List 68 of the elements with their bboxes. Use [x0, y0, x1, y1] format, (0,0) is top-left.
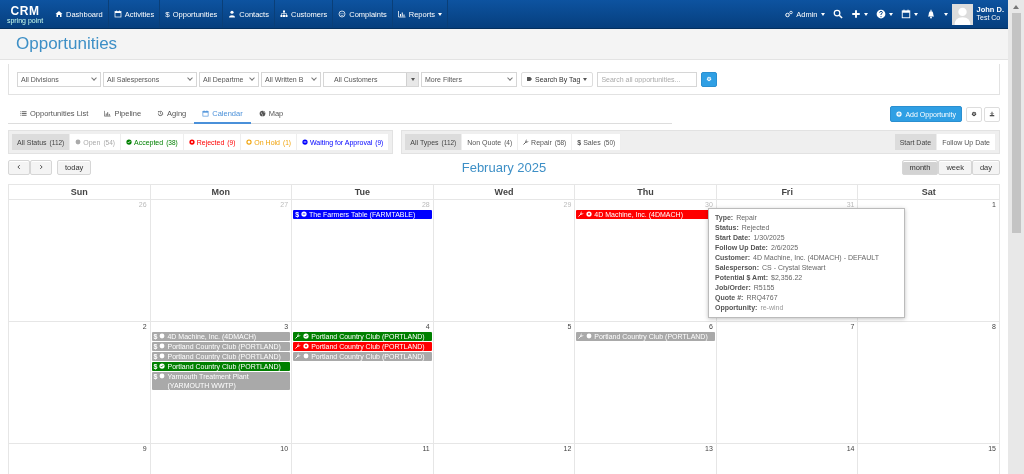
calendar-icon: [202, 109, 210, 117]
list-icon: [20, 109, 27, 117]
dot-icon: [303, 353, 310, 359]
person-icon: [228, 10, 237, 18]
caret-icon: [410, 77, 415, 81]
weekday-header: Sat: [858, 185, 1000, 200]
filter-settings-button[interactable]: [701, 71, 718, 87]
caret-icon: [583, 77, 588, 81]
wrench-icon: [295, 353, 302, 359]
home-icon: [55, 10, 63, 18]
caret-icon: [820, 12, 825, 16]
bell-icon: [925, 9, 936, 19]
dot-icon: [159, 333, 166, 339]
dot-icon: [75, 139, 82, 145]
hierarchy-icon: [279, 10, 288, 18]
search-icon: [832, 9, 843, 19]
dot-icon: [159, 373, 166, 379]
wrench-icon: [578, 211, 585, 217]
gears-icon: [785, 10, 794, 18]
caret-icon: [913, 12, 918, 16]
bar-chart-icon: [397, 10, 406, 18]
page-title: Opportunities: [16, 34, 118, 54]
check-circle-icon: [303, 333, 310, 339]
download-icon: [989, 111, 995, 117]
x-circle-icon: [303, 343, 310, 349]
dot-icon: [159, 353, 166, 359]
caret-icon: [943, 12, 948, 16]
wrench-icon: [523, 139, 530, 145]
globe-icon: [258, 109, 266, 117]
x-circle-icon: [188, 139, 195, 145]
check-circle-icon: [159, 363, 166, 369]
wrench-icon: [295, 333, 302, 339]
caret-icon: [863, 12, 868, 16]
weekday-header: Tue: [292, 185, 434, 200]
minus-circle-icon: [301, 211, 308, 217]
smiley-icon: [338, 10, 347, 18]
weekday-header: Mon: [150, 185, 293, 200]
tag-icon: [527, 77, 532, 81]
avatar-icon: [951, 3, 973, 25]
ring-icon: [246, 139, 253, 145]
weekday-header: Thu: [575, 185, 717, 200]
plus-icon: [850, 9, 861, 19]
calendar-title: February 2025: [461, 159, 547, 175]
export-button[interactable]: [984, 106, 1000, 122]
wrench-icon: [578, 333, 585, 339]
settings-icon: [971, 111, 977, 117]
calendar-icon: [113, 10, 122, 18]
history-icon: [157, 109, 165, 117]
chevron-right-icon: [38, 164, 44, 170]
check-circle-icon: [125, 139, 132, 145]
dot-icon: [159, 343, 166, 349]
scrollbar[interactable]: [1008, 0, 1024, 474]
chevron-left-icon: [16, 164, 22, 170]
logo-text: CRM: [10, 4, 40, 17]
calendar-icon: [900, 9, 911, 19]
plus-circle-icon: [896, 111, 903, 117]
bar-chart-icon: [104, 109, 112, 117]
weekday-header: Sun: [9, 185, 151, 200]
wrench-icon: [295, 343, 302, 349]
minus-circle-icon: [301, 139, 308, 145]
dot-icon: [586, 333, 593, 339]
help-icon: [875, 9, 886, 19]
settings-button[interactable]: [966, 106, 982, 122]
weekday-header: Wed: [433, 185, 576, 200]
settings-icon: [706, 76, 713, 82]
weekday-header: Fri: [716, 185, 859, 200]
x-circle-icon: [586, 211, 593, 217]
caret-icon: [888, 12, 893, 16]
